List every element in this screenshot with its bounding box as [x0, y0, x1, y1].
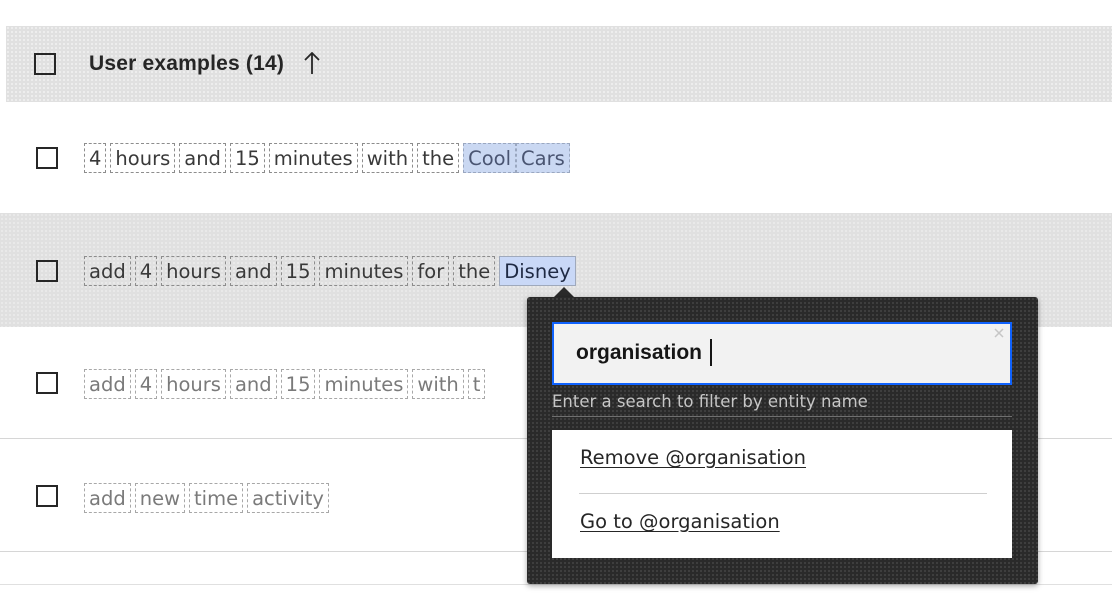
select-all-checkbox[interactable]	[34, 53, 56, 75]
example-utterance: add new time activity	[84, 483, 329, 513]
token[interactable]: 4	[84, 143, 107, 173]
search-helper-text: Enter a search to filter by entity name	[552, 392, 868, 411]
table-bottom-border	[0, 584, 1112, 585]
entity-token[interactable]: Cool	[463, 143, 516, 173]
token[interactable]: 15	[280, 369, 316, 399]
table-header: User examples (14)	[6, 26, 1112, 102]
row-checkbox[interactable]	[36, 260, 58, 282]
token[interactable]: hours	[110, 143, 176, 173]
token[interactable]: activity	[247, 483, 329, 513]
token[interactable]: 4	[134, 369, 158, 399]
entity-search-input[interactable]	[576, 338, 956, 368]
token[interactable]: add	[84, 369, 131, 399]
entity-token-active[interactable]: Disney	[499, 256, 576, 286]
token[interactable]: the	[453, 256, 496, 286]
menu-divider	[579, 493, 987, 494]
text-cursor	[710, 339, 712, 366]
token[interactable]: minutes	[268, 143, 358, 173]
token[interactable]: time	[189, 483, 244, 513]
token[interactable]: add	[84, 256, 131, 286]
token[interactable]: the	[417, 143, 460, 173]
clear-icon[interactable]	[992, 326, 1006, 340]
token[interactable]: with	[412, 369, 464, 399]
token[interactable]: with	[361, 143, 414, 173]
token[interactable]: and	[229, 256, 277, 286]
goto-entity-link[interactable]: Go to @organisation	[580, 510, 780, 533]
token[interactable]: hours	[161, 256, 226, 286]
remove-entity-link[interactable]: Remove @organisation	[580, 446, 806, 469]
row-checkbox[interactable]	[36, 372, 58, 394]
token[interactable]: for	[412, 256, 450, 286]
row-checkbox[interactable]	[36, 147, 58, 169]
entity-action-menu: Remove @organisation Go to @organisation	[552, 430, 1012, 558]
token[interactable]: hours	[161, 369, 226, 399]
token[interactable]: 15	[229, 143, 265, 173]
helper-divider	[552, 416, 1012, 417]
entity-annotation-popover: Enter a search to filter by entity name …	[527, 297, 1038, 584]
token[interactable]: new	[134, 483, 186, 513]
example-utterance: 4 hours and 15 minutes with the Cool Car…	[84, 143, 570, 173]
annotation-table-view: User examples (14) 4 hours and 15 minute…	[0, 0, 1112, 594]
column-header-user-examples[interactable]: User examples (14)	[89, 52, 284, 76]
token[interactable]: and	[179, 143, 226, 173]
token[interactable]: 15	[280, 256, 316, 286]
token[interactable]: 4	[134, 256, 158, 286]
token[interactable]: minutes	[319, 256, 409, 286]
table-row[interactable]: 4 hours and 15 minutes with the Cool Car…	[0, 102, 1112, 214]
entity-token[interactable]: Cars	[516, 143, 570, 173]
row-checkbox[interactable]	[36, 485, 58, 507]
token[interactable]: t	[467, 369, 486, 399]
token[interactable]: and	[229, 369, 277, 399]
arrow-up-icon[interactable]	[302, 50, 322, 76]
entity-search-field[interactable]	[552, 322, 1012, 385]
token[interactable]: add	[84, 483, 131, 513]
token[interactable]: minutes	[319, 369, 409, 399]
example-utterance: add 4 hours and 15 minutes with t	[84, 369, 486, 399]
example-utterance: add 4 hours and 15 minutes for the Disne…	[84, 256, 576, 286]
